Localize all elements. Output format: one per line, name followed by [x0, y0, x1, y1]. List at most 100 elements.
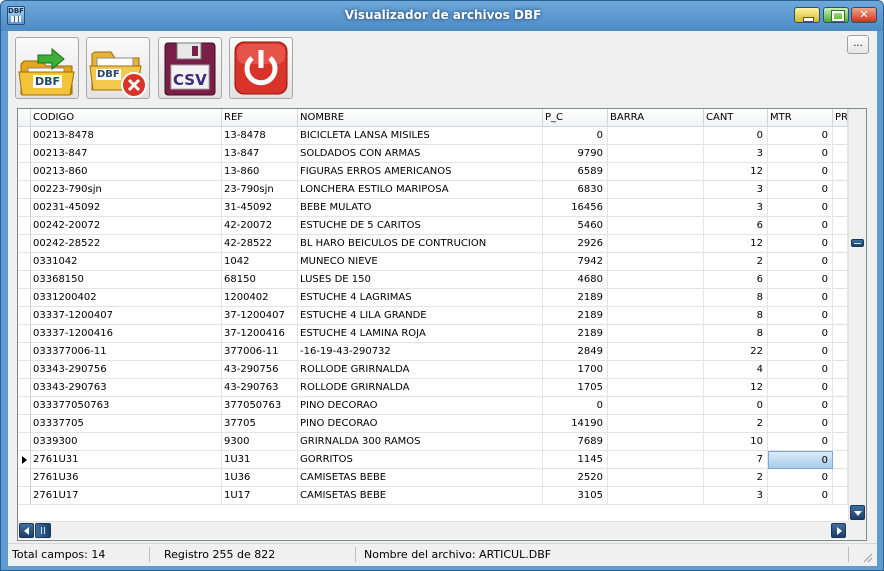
- table-cell-partial[interactable]: [833, 271, 848, 289]
- table-cell[interactable]: 9790: [543, 145, 608, 163]
- table-cell[interactable]: -16-19-43-290732: [298, 343, 543, 361]
- table-cell[interactable]: [608, 361, 704, 379]
- open-dbf-button[interactable]: DBF: [15, 37, 79, 99]
- table-row[interactable]: 00242-20072 42-20072 ESTUCHE DE 5 CARITOS 5…: [18, 217, 866, 235]
- table-cell[interactable]: 033377006-11: [31, 343, 222, 361]
- table-cell-partial[interactable]: [833, 307, 848, 325]
- table-cell[interactable]: 3: [704, 181, 768, 199]
- table-cell[interactable]: 8: [704, 325, 768, 343]
- table-cell-partial[interactable]: [833, 163, 848, 181]
- table-cell[interactable]: 0331200402: [31, 289, 222, 307]
- table-cell-partial[interactable]: [833, 217, 848, 235]
- table-row[interactable]: 2761U36 1U36 CAMISETAS BEBE 2520 2 0: [18, 469, 866, 487]
- table-cell-partial[interactable]: [833, 451, 848, 469]
- table-cell[interactable]: 31-45092: [222, 199, 298, 217]
- table-cell[interactable]: [608, 127, 704, 145]
- row-selector[interactable]: [18, 163, 31, 181]
- table-cell[interactable]: 6: [704, 271, 768, 289]
- table-cell-partial[interactable]: [833, 433, 848, 451]
- table-cell-partial[interactable]: [833, 235, 848, 253]
- horizontal-scrollbar[interactable]: [18, 521, 848, 539]
- table-cell[interactable]: 03368150: [31, 271, 222, 289]
- table-cell[interactable]: 13-8478: [222, 127, 298, 145]
- table-cell[interactable]: 2: [704, 469, 768, 487]
- table-cell[interactable]: 0: [768, 379, 833, 397]
- table-cell[interactable]: 2520: [543, 469, 608, 487]
- table-cell[interactable]: [608, 217, 704, 235]
- table-cell[interactable]: 13-847: [222, 145, 298, 163]
- table-cell[interactable]: 9300: [222, 433, 298, 451]
- table-cell[interactable]: 0: [543, 397, 608, 415]
- table-cell[interactable]: [608, 415, 704, 433]
- table-cell[interactable]: 2189: [543, 325, 608, 343]
- table-cell[interactable]: 3: [704, 487, 768, 505]
- table-cell[interactable]: 0: [768, 289, 833, 307]
- table-cell[interactable]: [608, 163, 704, 181]
- title-bar[interactable]: DBF Visualizador de archivos DBF: [1, 1, 883, 31]
- data-grid[interactable]: CODIGO REF NOMBRE P_C BARRA CANT MTR PR …: [17, 108, 867, 541]
- table-cell[interactable]: [608, 271, 704, 289]
- table-cell[interactable]: 033377050763: [31, 397, 222, 415]
- table-row[interactable]: 033377006-11 377006-11 -16-19-43-290732 284…: [18, 343, 866, 361]
- table-cell[interactable]: 43-290763: [222, 379, 298, 397]
- table-cell[interactable]: 12: [704, 379, 768, 397]
- table-cell[interactable]: 0339300: [31, 433, 222, 451]
- table-cell[interactable]: 0: [768, 487, 833, 505]
- table-cell[interactable]: [608, 433, 704, 451]
- table-cell[interactable]: 10: [704, 433, 768, 451]
- table-cell-partial[interactable]: [833, 415, 848, 433]
- table-cell[interactable]: ESTUCHE DE 5 CARITOS: [298, 217, 543, 235]
- table-cell[interactable]: 0: [543, 127, 608, 145]
- row-selector[interactable]: [18, 271, 31, 289]
- table-cell[interactable]: 0: [768, 397, 833, 415]
- table-cell[interactable]: 0: [768, 361, 833, 379]
- table-cell[interactable]: [608, 469, 704, 487]
- table-row[interactable]: 0331042 1042 MUNECO NIEVE 7942 2 0: [18, 253, 866, 271]
- table-cell[interactable]: 0: [768, 253, 833, 271]
- table-cell-partial[interactable]: [833, 343, 848, 361]
- table-cell[interactable]: 2: [704, 415, 768, 433]
- table-cell[interactable]: 0: [768, 415, 833, 433]
- table-cell[interactable]: 00213-847: [31, 145, 222, 163]
- table-cell[interactable]: 42-28522: [222, 235, 298, 253]
- table-cell[interactable]: ESTUCHE 4 LILA GRANDE: [298, 307, 543, 325]
- table-cell[interactable]: 377006-11: [222, 343, 298, 361]
- table-cell[interactable]: 00213-860: [31, 163, 222, 181]
- table-cell[interactable]: 3: [704, 199, 768, 217]
- table-cell[interactable]: 1042: [222, 253, 298, 271]
- table-cell[interactable]: 6830: [543, 181, 608, 199]
- table-cell[interactable]: 7689: [543, 433, 608, 451]
- table-cell-partial[interactable]: [833, 253, 848, 271]
- row-selector[interactable]: [18, 343, 31, 361]
- table-cell[interactable]: 7942: [543, 253, 608, 271]
- table-cell[interactable]: 0: [768, 217, 833, 235]
- table-cell[interactable]: 3105: [543, 487, 608, 505]
- table-cell[interactable]: 4: [704, 361, 768, 379]
- more-options-button[interactable]: ...: [847, 35, 869, 54]
- table-row[interactable]: 00223-790sjn 23-790sjn LONCHERA ESTILO MAR…: [18, 181, 866, 199]
- table-row[interactable]: 03337-1200416 37-1200416 ESTUCHE 4 LAMINA …: [18, 325, 866, 343]
- table-row[interactable]: 00213-847 13-847 SOLDADOS CON ARMAS 9790 3 0: [18, 145, 866, 163]
- table-row[interactable]: 033377050763 377050763 PINO DECORAO 0 0 0: [18, 397, 866, 415]
- table-row[interactable]: 00213-8478 13-8478 BICICLETA LANSA MISILES…: [18, 127, 866, 145]
- column-header[interactable]: MTR: [768, 109, 833, 126]
- column-header[interactable]: CANT: [704, 109, 768, 126]
- column-header[interactable]: P_C: [543, 109, 608, 126]
- table-cell[interactable]: ROLLODE GRIRNALDA: [298, 379, 543, 397]
- table-cell[interactable]: 22: [704, 343, 768, 361]
- row-selector[interactable]: [18, 289, 31, 307]
- table-row[interactable]: 0331200402 1200402 ESTUCHE 4 LAGRIMAS 2189 8…: [18, 289, 866, 307]
- table-cell[interactable]: 2189: [543, 307, 608, 325]
- table-cell[interactable]: [608, 289, 704, 307]
- vertical-scroll-thumb[interactable]: [851, 239, 864, 247]
- table-cell[interactable]: 5460: [543, 217, 608, 235]
- table-cell[interactable]: PINO DECORAO: [298, 397, 543, 415]
- row-selector[interactable]: [18, 397, 31, 415]
- table-row[interactable]: 00231-45092 31-45092 BEBE MULATO 16456 3 0: [18, 199, 866, 217]
- table-cell[interactable]: 8: [704, 289, 768, 307]
- table-cell[interactable]: [608, 451, 704, 469]
- table-cell[interactable]: 0: [768, 343, 833, 361]
- export-csv-button[interactable]: CSV: [158, 37, 222, 99]
- table-cell[interactable]: 0: [704, 127, 768, 145]
- table-cell[interactable]: CAMISETAS BEBE: [298, 487, 543, 505]
